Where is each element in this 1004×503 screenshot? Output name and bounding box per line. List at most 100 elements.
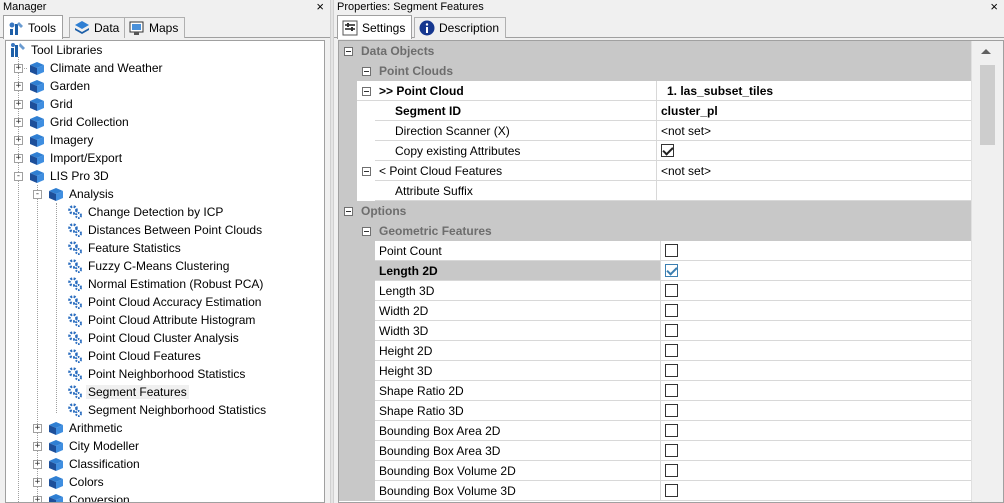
direction-scanner-select[interactable]: <not set> xyxy=(657,121,973,141)
sublibrary-node-analysis[interactable]: Analysis xyxy=(47,185,116,203)
height-2d-checkbox[interactable] xyxy=(665,344,678,357)
property-row[interactable]: Height 3D xyxy=(339,361,973,381)
height-3d-checkbox[interactable] xyxy=(665,364,678,377)
expand-toggle[interactable]: + xyxy=(14,136,23,145)
property-row[interactable]: Bounding Box Volume 3D xyxy=(339,481,973,501)
property-row[interactable]: Bounding Box Volume 2D xyxy=(339,461,973,481)
tool-libraries-tree[interactable]: Tool Libraries + Climate and Weather + G… xyxy=(5,40,325,503)
property-row[interactable]: Point Count xyxy=(339,241,973,261)
bounding-box-volume-3d-checkbox[interactable] xyxy=(665,484,678,497)
library-node[interactable]: Imagery xyxy=(28,131,95,149)
vertical-scrollbar[interactable] xyxy=(971,41,1003,502)
collapse-toggle[interactable] xyxy=(362,167,371,176)
copy-attributes-checkbox[interactable] xyxy=(661,144,674,157)
property-row[interactable]: >> Point Cloud 1. las_subset_tiles xyxy=(339,81,973,101)
property-row[interactable]: Copy existing Attributes xyxy=(339,141,973,161)
shape-ratio-3d-checkbox[interactable] xyxy=(665,404,678,417)
expand-toggle[interactable]: + xyxy=(14,100,23,109)
point-cloud-features-select[interactable]: <not set> xyxy=(657,161,973,181)
manager-close-button[interactable]: × xyxy=(316,0,324,14)
category-row[interactable]: Point Clouds xyxy=(339,61,973,81)
expand-toggle[interactable]: + xyxy=(33,460,42,469)
property-row[interactable]: Shape Ratio 2D xyxy=(339,381,973,401)
tool-item[interactable]: Fuzzy C-Means Clustering xyxy=(67,257,231,275)
segment-id-select[interactable]: cluster_pl xyxy=(657,101,973,121)
category-row[interactable]: Options xyxy=(339,201,973,221)
properties-close-button[interactable]: × xyxy=(990,0,998,14)
tool-item[interactable]: Point Cloud Cluster Analysis xyxy=(67,329,241,347)
sublibrary-node[interactable]: Colors xyxy=(47,473,106,491)
property-row[interactable]: Bounding Box Area 2D xyxy=(339,421,973,441)
scrollbar-thumb[interactable] xyxy=(980,65,995,145)
point-count-checkbox[interactable] xyxy=(665,244,678,257)
property-row[interactable]: Direction Scanner (X) <not set> xyxy=(339,121,973,141)
library-node[interactable]: Grid Collection xyxy=(28,113,131,131)
collapse-toggle[interactable] xyxy=(362,227,371,236)
tool-item[interactable]: Point Cloud Attribute Histogram xyxy=(67,311,257,329)
scroll-up-arrow-icon[interactable] xyxy=(981,49,991,54)
tab-description[interactable]: Description xyxy=(414,17,507,38)
property-grid[interactable]: Data Objects Point Clouds >> Point Cloud… xyxy=(338,40,1004,503)
collapse-toggle[interactable] xyxy=(362,87,371,96)
property-row[interactable]: < Point Cloud Features <not set> xyxy=(339,161,973,181)
width-2d-checkbox[interactable] xyxy=(665,304,678,317)
library-node[interactable]: Import/Export xyxy=(28,149,124,167)
tab-maps[interactable]: Maps xyxy=(124,17,186,38)
category-row[interactable]: Data Objects xyxy=(339,41,973,61)
sublibrary-node[interactable]: City Modeller xyxy=(47,437,141,455)
property-row[interactable]: Length 3D xyxy=(339,281,973,301)
library-node[interactable]: Climate and Weather xyxy=(28,59,165,77)
expand-toggle[interactable]: + xyxy=(33,424,42,433)
tool-item[interactable]: Normal Estimation (Robust PCA) xyxy=(67,275,265,293)
tool-item[interactable]: Point Cloud Features xyxy=(67,347,203,365)
expand-toggle[interactable]: + xyxy=(14,64,23,73)
tool-item[interactable]: Feature Statistics xyxy=(67,239,183,257)
expand-toggle[interactable]: + xyxy=(14,154,23,163)
attribute-suffix-input[interactable] xyxy=(657,181,973,201)
collapse-toggle[interactable] xyxy=(362,67,371,76)
expand-toggle[interactable]: + xyxy=(33,478,42,487)
sublibrary-node[interactable]: Conversion xyxy=(47,491,132,502)
length-3d-checkbox[interactable] xyxy=(665,284,678,297)
length-2d-checkbox[interactable] xyxy=(665,264,678,277)
expand-toggle[interactable]: + xyxy=(14,82,23,91)
tree-root[interactable]: Tool Libraries xyxy=(10,41,104,59)
library-node[interactable]: Garden xyxy=(28,77,92,95)
collapse-toggle[interactable] xyxy=(344,47,353,56)
property-row[interactable]: Width 2D xyxy=(339,301,973,321)
shape-ratio-2d-checkbox[interactable] xyxy=(665,384,678,397)
tab-settings[interactable]: Settings xyxy=(337,15,413,39)
sublibrary-node[interactable]: Classification xyxy=(47,455,142,473)
bounding-box-volume-2d-checkbox[interactable] xyxy=(665,464,678,477)
library-node-lis-pro-3d[interactable]: LIS Pro 3D xyxy=(28,167,111,185)
expand-toggle[interactable]: + xyxy=(33,442,42,451)
tool-item-selected[interactable]: Segment Features xyxy=(67,383,189,401)
tab-data[interactable]: Data xyxy=(69,17,127,38)
property-row[interactable]: Shape Ratio 3D xyxy=(339,401,973,421)
bounding-box-area-2d-checkbox[interactable] xyxy=(665,424,678,437)
collapse-toggle[interactable]: - xyxy=(33,190,42,199)
tab-tools[interactable]: Tools xyxy=(3,15,64,39)
property-row[interactable]: Height 2D xyxy=(339,341,973,361)
category-row[interactable]: Geometric Features xyxy=(339,221,973,241)
collapse-toggle[interactable]: - xyxy=(14,172,23,181)
tool-item[interactable]: Point Neighborhood Statistics xyxy=(67,365,247,383)
expand-toggle[interactable]: + xyxy=(14,118,23,127)
property-row[interactable]: Attribute Suffix xyxy=(339,181,973,201)
collapse-toggle[interactable] xyxy=(344,207,353,216)
gear-tool-icon xyxy=(67,330,83,346)
property-row[interactable]: Segment ID cluster_pl xyxy=(339,101,973,121)
tool-item[interactable]: Change Detection by ICP xyxy=(67,203,225,221)
property-row[interactable]: Width 3D xyxy=(339,321,973,341)
expand-toggle[interactable]: + xyxy=(33,496,42,502)
property-row[interactable]: Bounding Box Area 3D xyxy=(339,441,973,461)
sublibrary-node[interactable]: Arithmetic xyxy=(47,419,124,437)
bounding-box-area-3d-checkbox[interactable] xyxy=(665,444,678,457)
library-node[interactable]: Grid xyxy=(28,95,75,113)
tool-item[interactable]: Segment Neighborhood Statistics xyxy=(67,401,268,419)
point-cloud-select[interactable]: 1. las_subset_tiles xyxy=(657,81,973,101)
tool-item[interactable]: Distances Between Point Clouds xyxy=(67,221,264,239)
property-row-selected[interactable]: Length 2D xyxy=(339,261,973,281)
tool-item[interactable]: Point Cloud Accuracy Estimation xyxy=(67,293,263,311)
width-3d-checkbox[interactable] xyxy=(665,324,678,337)
